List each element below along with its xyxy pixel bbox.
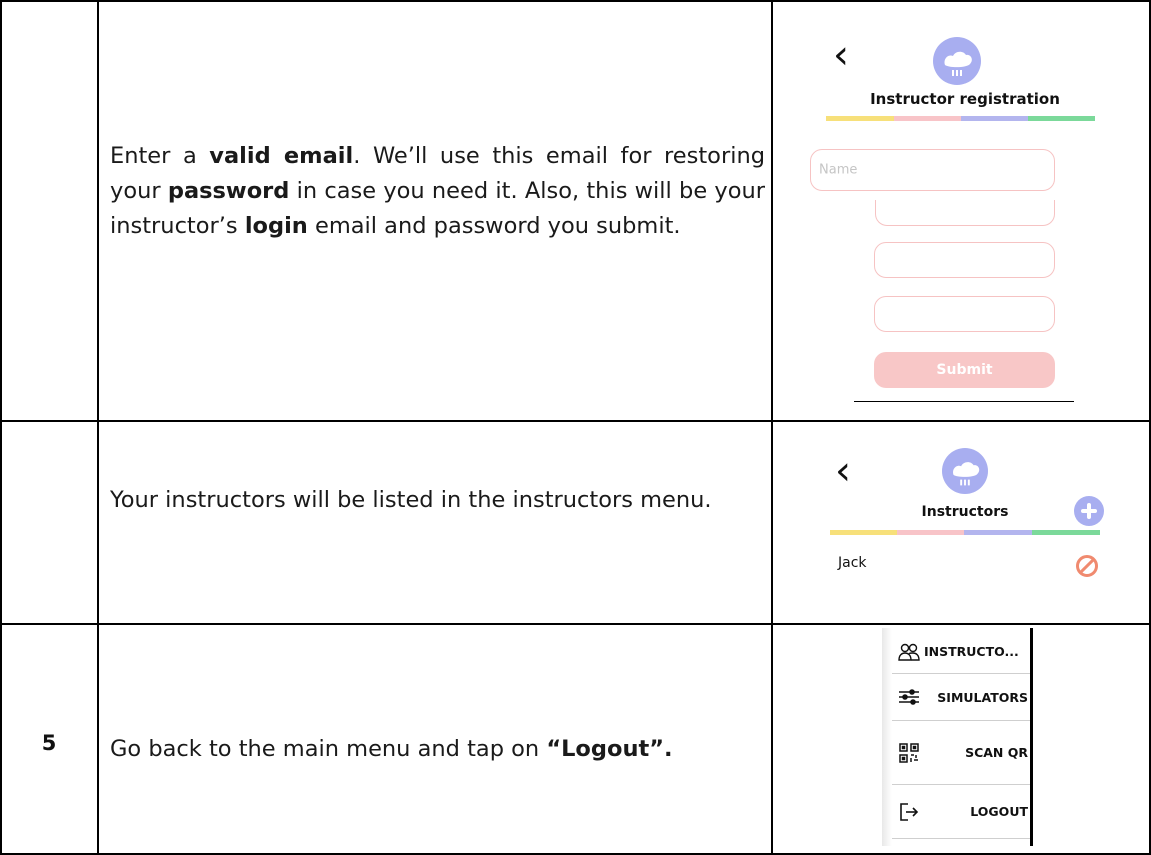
screen-title: Instructors [921, 504, 1009, 520]
menu-edge [1030, 628, 1033, 846]
back-button[interactable]: ‹ [833, 35, 849, 75]
table-border-top [0, 0, 1151, 2]
screen-bottom-line [854, 401, 1074, 402]
back-button[interactable]: ‹ [835, 451, 851, 491]
bold-text: “Logout”. [546, 736, 673, 762]
screen-title: Instructor registration [870, 90, 1060, 108]
add-instructor-icon[interactable] [1074, 496, 1104, 526]
menu-item-label: SIMULATORS [937, 689, 1028, 705]
password-field[interactable] [874, 242, 1055, 278]
color-stripe-green [1032, 530, 1100, 535]
bold-text: valid email [209, 143, 354, 169]
row-divider-1 [0, 420, 1151, 422]
delete-icon[interactable] [1076, 555, 1098, 577]
menu-item-label: LOGOUT [970, 804, 1028, 819]
instructor-list-item[interactable]: Jack [838, 555, 867, 571]
color-stripe-green [1028, 116, 1095, 121]
color-stripe-yellow [826, 116, 894, 121]
color-stripe-purple [964, 530, 1032, 535]
app-logo-icon [933, 37, 981, 85]
text-segment: Go back to the main menu and tap on [110, 736, 547, 762]
column-divider-2 [771, 0, 773, 855]
menu-item-logout[interactable]: LOGOUT [892, 785, 1030, 839]
bold-text: password [167, 178, 290, 204]
name-field[interactable]: Name [810, 149, 1055, 191]
confirm-password-field[interactable] [874, 296, 1055, 332]
row-divider-2 [0, 623, 1151, 625]
app-logo-icon [942, 448, 988, 494]
table-border-left [0, 0, 2, 855]
text-segment: Enter a [110, 143, 210, 169]
submit-button[interactable]: Submit [874, 352, 1055, 388]
menu-item-simulators[interactable]: SIMULATORS [892, 674, 1030, 721]
text-segment: Your instructors will be listed in the i… [110, 487, 712, 513]
column-divider-1 [97, 0, 99, 855]
step-description: Go back to the main menu and tap on “Log… [110, 732, 765, 767]
step-description: Enter a valid email. We’ll use this emai… [110, 139, 765, 244]
menu-item-instructors[interactable]: INSTRUCTO... [892, 630, 1030, 674]
menu-item-scan-qr[interactable]: SCAN QR [892, 721, 1030, 785]
people-icon [896, 639, 922, 665]
sliders-icon [896, 684, 922, 710]
color-stripe-yellow [830, 530, 897, 535]
name-field-placeholder: Name [819, 162, 858, 178]
bold-text: login [244, 213, 308, 239]
step-description: Your instructors will be listed in the i… [110, 483, 765, 518]
logout-icon [896, 799, 922, 825]
email-field[interactable] [875, 200, 1055, 226]
color-stripe-pink [894, 116, 961, 121]
color-stripe-pink [897, 530, 964, 535]
menu-shadow [882, 628, 892, 846]
menu-item-label: SCAN QR [965, 745, 1028, 760]
color-stripe-purple [961, 116, 1028, 121]
menu-item-label: INSTRUCTO... [924, 644, 1019, 659]
text-segment: email and password you submit. [307, 213, 681, 239]
qr-code-icon [896, 740, 922, 766]
step-number: 5 [41, 731, 57, 755]
